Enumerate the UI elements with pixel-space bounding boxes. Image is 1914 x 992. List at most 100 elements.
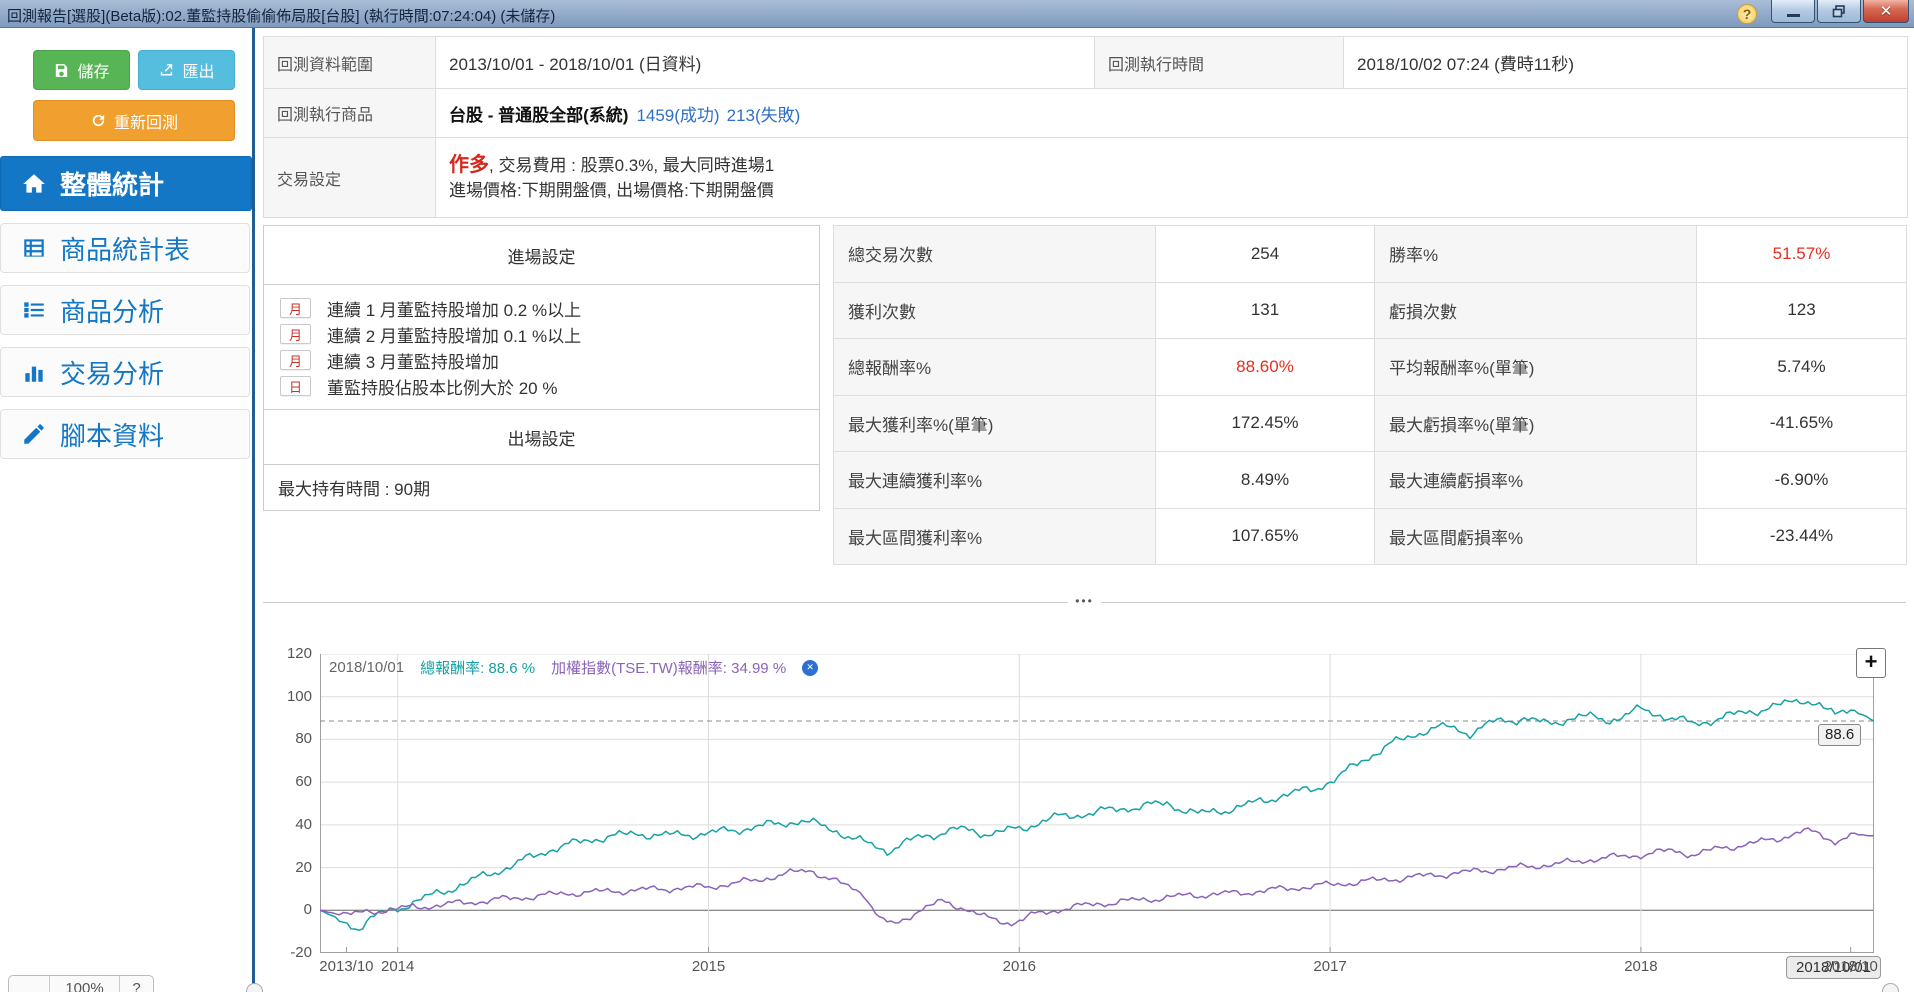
stats-label: 獲利次數	[834, 282, 1156, 339]
sidebar-item-trade-analysis[interactable]: 交易分析	[0, 347, 250, 397]
success-count-link[interactable]: 1459(成功)	[636, 101, 719, 126]
stats-value: 88.60%	[1156, 339, 1375, 396]
help-icon[interactable]: ?	[1737, 4, 1757, 24]
y-axis-tick-label: 80	[295, 730, 312, 748]
minimize-icon	[1786, 13, 1800, 17]
restore-button[interactable]	[1817, 0, 1861, 23]
legend-total-return: 總報酬率: 88.6 %	[420, 660, 536, 677]
trade-settings-label: 交易設定	[264, 138, 436, 218]
condition-text: 董監持股佔股本比例大於 20 %	[327, 378, 558, 398]
entry-exit-panel: 進場設定 月連續 1 月董監持股增加 0.2 %以上月連續 2 月董監持股增加 …	[263, 225, 820, 511]
window-title: 回測報告[選股](Beta版):02.董監持股偷偷佈局股[台股] (執行時間:0…	[7, 8, 556, 25]
chart-pan-handle-left[interactable]	[246, 983, 263, 992]
y-axis-tick-label: 60	[295, 773, 312, 791]
export-icon	[161, 63, 173, 75]
y-axis-tick-label: 120	[286, 645, 312, 662]
x-axis-tick-label: 2013/10	[319, 958, 374, 975]
backtest-info-table: 回測資料範圍 2013/10/01 - 2018/10/01 (日資料) 回測執…	[263, 36, 1908, 218]
stats-label: 總交易次數	[834, 226, 1156, 283]
returns-chart-plot[interactable]: 2018/10/01 總報酬率: 88.6 % 加權指數(TSE.TW)報酬率:…	[320, 654, 1874, 953]
chart-pan-handle-right[interactable]	[1882, 983, 1899, 992]
sidebar-item-script-data[interactable]: 腳本資料	[0, 409, 250, 459]
y-axis-tick-label: 20	[295, 858, 312, 876]
stats-label: 最大連續虧損率%	[1375, 452, 1697, 509]
stats-label: 最大獲利率%(單筆)	[834, 395, 1156, 452]
pane-splitter[interactable]: •••	[263, 594, 1906, 608]
sidebar-item-product-stats-table[interactable]: 商品統計表	[0, 223, 250, 273]
entry-settings-header: 進場設定	[264, 226, 819, 285]
sidebar-item-label: 整體統計	[60, 170, 165, 200]
stats-value: 123	[1697, 282, 1907, 339]
sidebar: 儲存 匯出 重新回測 整體統計商品統計表商品分析交易分析腳本資料	[0, 28, 252, 992]
chart-zoom-in-button[interactable]: +	[1856, 648, 1886, 678]
stats-label: 勝率%	[1375, 226, 1697, 283]
title-bar: 回測報告[選股](Beta版):02.董監持股偷偷佈局股[台股] (執行時間:0…	[0, 0, 1914, 28]
save-button-label: 儲存	[77, 64, 110, 81]
export-button-label: 匯出	[182, 64, 215, 81]
stats-value: 8.49%	[1156, 452, 1375, 509]
range-control-segment[interactable]: ?	[119, 976, 153, 992]
stats-value: 254	[1156, 226, 1375, 283]
stats-label: 最大連續獲利率%	[834, 452, 1156, 509]
frequency-badge: 日	[280, 376, 311, 396]
close-icon: ✕	[1879, 3, 1893, 20]
range-control-segment[interactable]	[9, 976, 49, 992]
close-button[interactable]: ✕	[1863, 0, 1909, 23]
minimize-button[interactable]	[1771, 0, 1815, 23]
sidebar-item-overall-stats[interactable]: 整體統計	[0, 156, 252, 211]
export-button[interactable]: 匯出	[138, 50, 235, 90]
x-axis-tick-label: 2018	[1624, 958, 1658, 975]
chart-range-control[interactable]: 100%?	[8, 975, 154, 992]
trade-settings-value: 作多, 交易費用 : 股票0.3%, 最大同時進場1 進場價格:下期開盤價, 出…	[436, 138, 1908, 218]
stats-label: 最大區間虧損率%	[1375, 508, 1697, 565]
entry-condition-row: 月連續 1 月董監持股增加 0.2 %以上	[280, 295, 819, 321]
stats-value: 5.74%	[1697, 339, 1907, 396]
stats-value: 131	[1156, 282, 1375, 339]
legend-close-icon[interactable]: ✕	[802, 659, 819, 676]
entry-conditions-list: 月連續 1 月董監持股增加 0.2 %以上月連續 2 月董監持股增加 0.1 %…	[264, 285, 819, 410]
save-icon	[56, 63, 68, 77]
stats-label: 最大區間獲利率%	[834, 508, 1156, 565]
restore-icon	[1832, 4, 1845, 17]
home-icon	[23, 173, 45, 193]
rerun-backtest-button[interactable]: 重新回測	[33, 100, 235, 141]
stats-label: 總報酬率%	[834, 339, 1156, 396]
sidebar-item-label: 商品統計表	[60, 234, 191, 265]
refresh-icon	[92, 114, 105, 127]
table-icon	[24, 239, 44, 257]
stats-value: 172.45%	[1156, 395, 1375, 452]
exec-time-label: 回測執行時間	[1095, 37, 1344, 89]
rerun-button-label: 重新回測	[113, 114, 178, 132]
x-axis-tick-label: 2017	[1313, 958, 1347, 975]
sidebar-item-product-analysis[interactable]: 商品分析	[0, 285, 250, 335]
frequency-badge: 月	[280, 350, 311, 370]
sidebar-menu: 整體統計商品統計表商品分析交易分析腳本資料	[0, 156, 252, 471]
exit-settings-header: 出場設定	[264, 410, 819, 465]
sidebar-item-label: 腳本資料	[60, 420, 165, 451]
save-button[interactable]: 儲存	[33, 50, 130, 90]
returns-chart-svg	[320, 654, 1874, 953]
current-value-marker: 88.6	[1818, 724, 1862, 747]
x-axis-tick-label: 2015	[691, 958, 726, 975]
splitter-handle-dots[interactable]: •••	[1067, 594, 1102, 608]
entry-condition-row: 月連續 2 月董監持股增加 0.1 %以上	[280, 321, 819, 347]
stats-value: 107.65%	[1156, 508, 1375, 565]
fail-count-link[interactable]: 213(失敗)	[727, 101, 801, 126]
condition-text: 連續 2 月董監持股增加 0.1 %以上	[327, 326, 582, 346]
stats-label: 平均報酬率%(單筆)	[1375, 339, 1697, 396]
entry-condition-row: 日董監持股佔股本比例大於 20 %	[280, 373, 819, 399]
y-axis-tick-label: 0	[303, 901, 312, 919]
exec-time-value: 2018/10/02 07:24 (費時11秒)	[1344, 37, 1908, 89]
stats-value: 51.57%	[1697, 226, 1907, 283]
legend-date: 2018/10/01	[329, 659, 405, 676]
range-value: 2013/10/01 - 2018/10/01 (日資料)	[436, 37, 1095, 89]
bar-chart-icon	[25, 366, 43, 382]
stats-label: 虧損次數	[1375, 282, 1697, 339]
y-axis-tick-label: 40	[295, 815, 312, 833]
trade-line1: , 交易費用 : 股票0.3%, 最大同時進場1	[489, 155, 775, 175]
entry-condition-row: 月連續 3 月董監持股增加	[280, 347, 819, 373]
chart-legend: 2018/10/01 總報酬率: 88.6 % 加權指數(TSE.TW)報酬率:…	[329, 657, 819, 678]
y-axis-tick-label: -20	[290, 944, 312, 961]
range-control-segment[interactable]: 100%	[49, 976, 119, 992]
condition-text: 連續 3 月董監持股增加	[327, 352, 499, 372]
